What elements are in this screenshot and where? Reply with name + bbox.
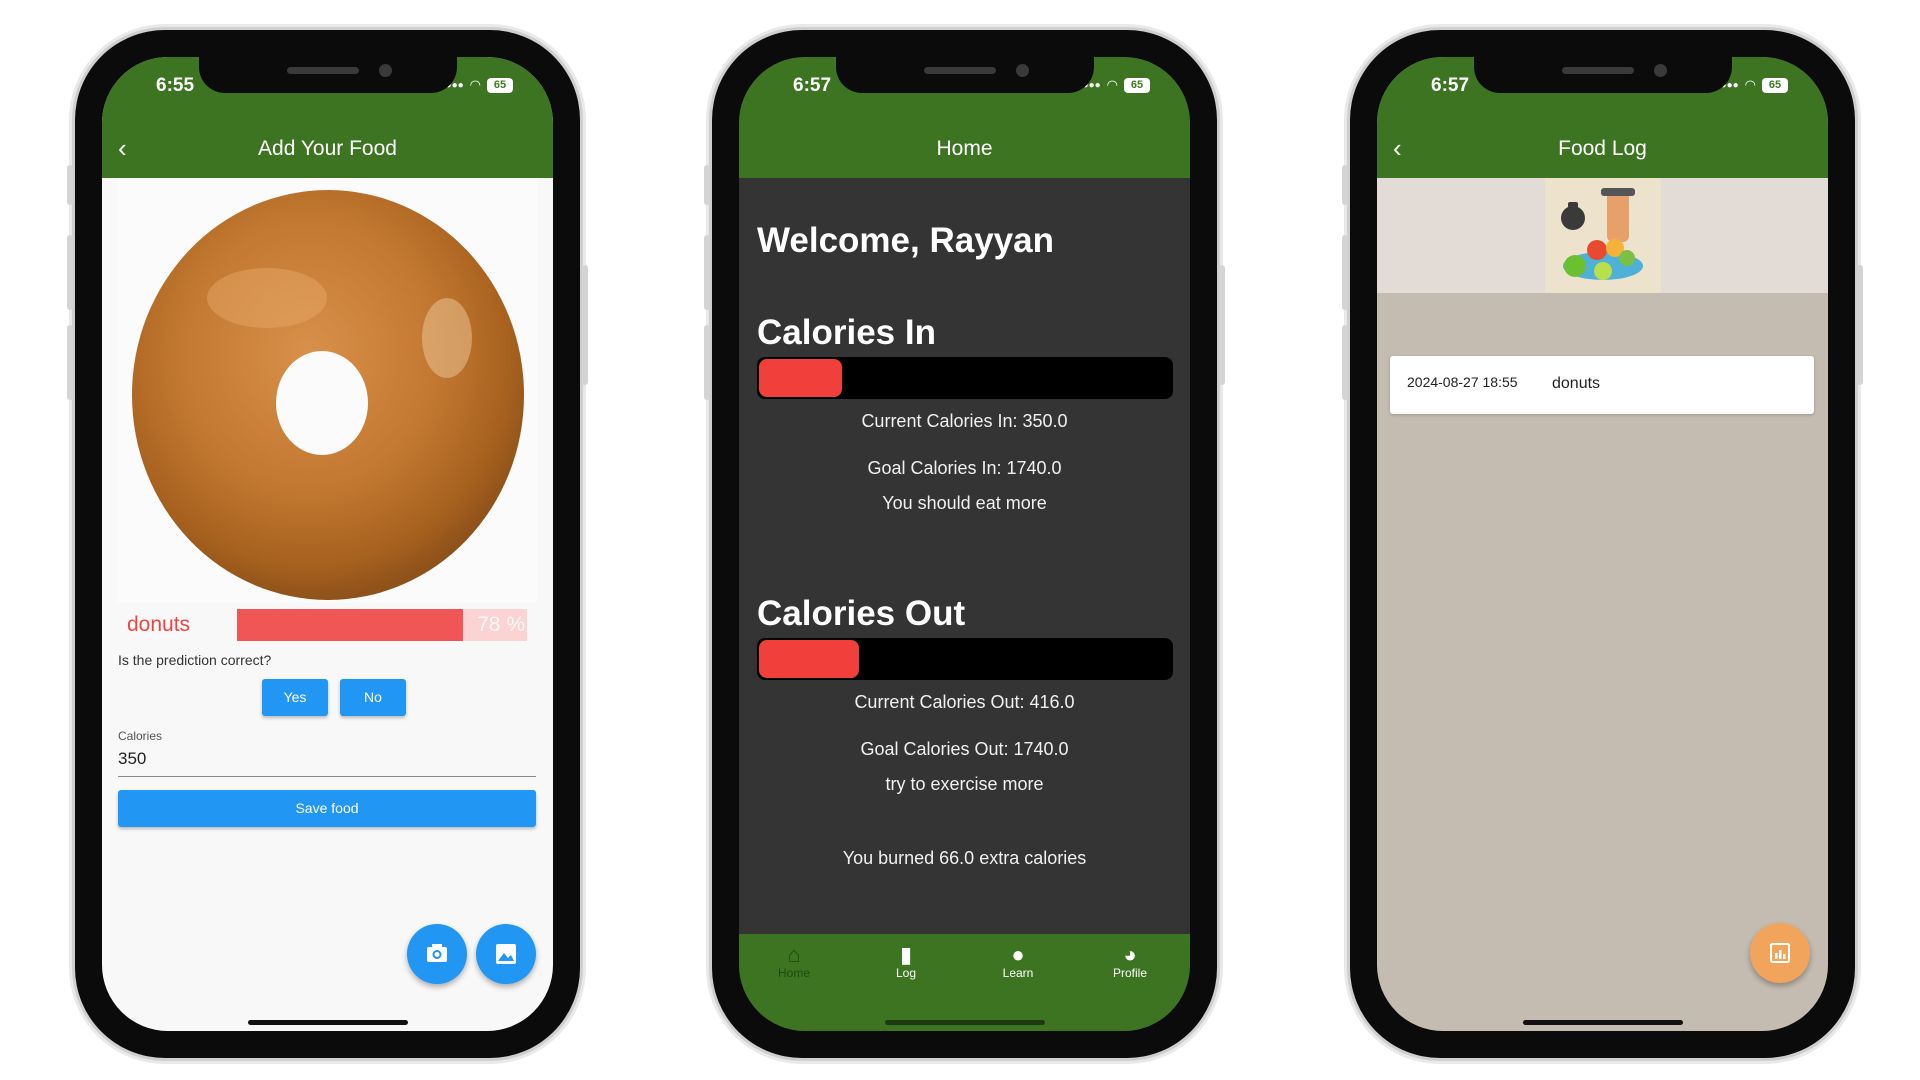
mute-switch	[704, 165, 710, 205]
current-calories-out: Current Calories Out: 416.0	[854, 692, 1075, 712]
book-icon: ▮	[899, 942, 913, 967]
welcome-heading: Welcome, Rayyan	[757, 221, 1054, 260]
prediction-label: donuts	[127, 613, 191, 636]
log-entry-name: donuts	[1552, 375, 1601, 392]
gallery-button[interactable]	[476, 924, 536, 984]
no-button[interactable]: No	[340, 679, 406, 716]
battery-icon: 65	[487, 77, 513, 93]
prediction-row: donuts 78 %	[117, 609, 527, 641]
prediction-confidence-bar: 78 %	[237, 609, 527, 641]
nav-home-label: Home	[777, 966, 810, 980]
wifi-icon: ◠	[1744, 77, 1756, 92]
nav-profile[interactable]: ◕ Profile	[1075, 942, 1185, 980]
wifi-icon: ◠	[1106, 77, 1118, 92]
status-time: 6:57	[793, 75, 832, 96]
prediction-question: Is the prediction correct?	[118, 652, 272, 668]
yes-button[interactable]: Yes	[262, 679, 328, 716]
volume-down-button	[1342, 325, 1348, 400]
prediction-percent: 78 %	[477, 613, 525, 636]
burned-message: You burned 66.0 extra calories	[842, 848, 1087, 868]
add-log-button[interactable]	[1750, 923, 1810, 983]
volume-up-button	[67, 235, 73, 310]
nav-log[interactable]: ▮ Log	[851, 942, 961, 980]
calories-out-title: Calories Out	[757, 594, 966, 633]
food-image	[117, 178, 537, 603]
calories-out-progress-fill	[759, 640, 859, 678]
home-indicator	[884, 1020, 1045, 1025]
volume-down-button	[67, 325, 73, 400]
bottom-nav: ⌂ Home ▮ Log ● Learn ◕ Profile	[739, 934, 1190, 1031]
page-title: Food Log	[1558, 137, 1647, 160]
calories-field-label: Calories	[118, 729, 163, 743]
home-indicator	[247, 1020, 408, 1025]
home-icon: ⌂	[787, 942, 801, 967]
calories-in-progress-fill	[759, 359, 843, 397]
nav-profile-label: Profile	[1112, 966, 1147, 980]
add-chart-icon	[1770, 943, 1790, 963]
calories-in-message: You should eat more	[882, 493, 1047, 513]
nav-learn[interactable]: ● Learn	[963, 942, 1073, 980]
header-banner	[1377, 178, 1828, 293]
goal-calories-out: Goal Calories Out: 1740.0	[860, 739, 1069, 759]
screen-home: 6:57 ●●● ◠ 65 Home Welcome, Rayyan Calor…	[739, 57, 1190, 1031]
calories-in-progress	[757, 357, 1173, 399]
goal-calories-in: Goal Calories In: 1740.0	[867, 458, 1062, 478]
phone-food-log: 6:57 ●●● ◠ 65 ‹ Food Log 2024-08-27 18:5…	[1342, 30, 1863, 1058]
calories-input-underline	[118, 776, 536, 777]
camera-icon	[427, 944, 447, 962]
power-button	[1857, 265, 1863, 385]
notch	[1473, 57, 1732, 93]
notch	[198, 57, 457, 93]
calories-input[interactable]: 350	[118, 749, 146, 769]
nav-log-label: Log	[895, 966, 917, 980]
screen-food-log: 6:57 ●●● ◠ 65 ‹ Food Log 2024-08-27 18:5…	[1377, 57, 1828, 1031]
image-icon	[496, 944, 516, 964]
phone-add-food: 6:55 ●●● ◠ 65 ‹ Add Your Food donuts 78 …	[67, 30, 588, 1058]
nav-home[interactable]: ⌂ Home	[739, 942, 849, 980]
volume-down-button	[704, 325, 710, 400]
calories-in-title: Calories In	[757, 313, 936, 352]
notch	[835, 57, 1094, 93]
log-entry-date: 2024-08-27 18:55	[1407, 374, 1518, 390]
page-title: Home	[936, 137, 993, 160]
wifi-icon: ◠	[469, 77, 481, 92]
battery-icon: 65	[1762, 77, 1788, 93]
list-item[interactable]: 2024-08-27 18:55 donuts	[1390, 356, 1814, 414]
status-time: 6:57	[1431, 75, 1470, 96]
volume-up-button	[704, 235, 710, 310]
battery-icon: 65	[1124, 77, 1150, 93]
save-food-button[interactable]: Save food	[118, 790, 536, 827]
fitness-food-illustration	[1545, 178, 1661, 293]
calories-out-message: try to exercise more	[885, 774, 1044, 794]
person-icon: ◕	[1123, 942, 1137, 967]
status-time: 6:55	[156, 75, 195, 96]
camera-button[interactable]	[407, 924, 467, 984]
prediction-confidence-fill	[237, 609, 464, 641]
volume-up-button	[1342, 235, 1348, 310]
screen-add-food: 6:55 ●●● ◠ 65 ‹ Add Your Food donuts 78 …	[102, 57, 553, 1031]
mute-switch	[1342, 165, 1348, 205]
current-calories-in: Current Calories In: 350.0	[861, 411, 1068, 431]
page-title: Add Your Food	[258, 137, 397, 160]
mute-switch	[67, 165, 73, 205]
power-button	[1219, 265, 1225, 385]
home-indicator	[1522, 1020, 1683, 1025]
power-button	[582, 265, 588, 385]
nav-learn-label: Learn	[1002, 966, 1034, 980]
lightbulb-icon: ●	[1011, 942, 1025, 967]
phone-home: 6:57 ●●● ◠ 65 Home Welcome, Rayyan Calor…	[704, 30, 1225, 1058]
calories-out-progress	[757, 638, 1173, 680]
